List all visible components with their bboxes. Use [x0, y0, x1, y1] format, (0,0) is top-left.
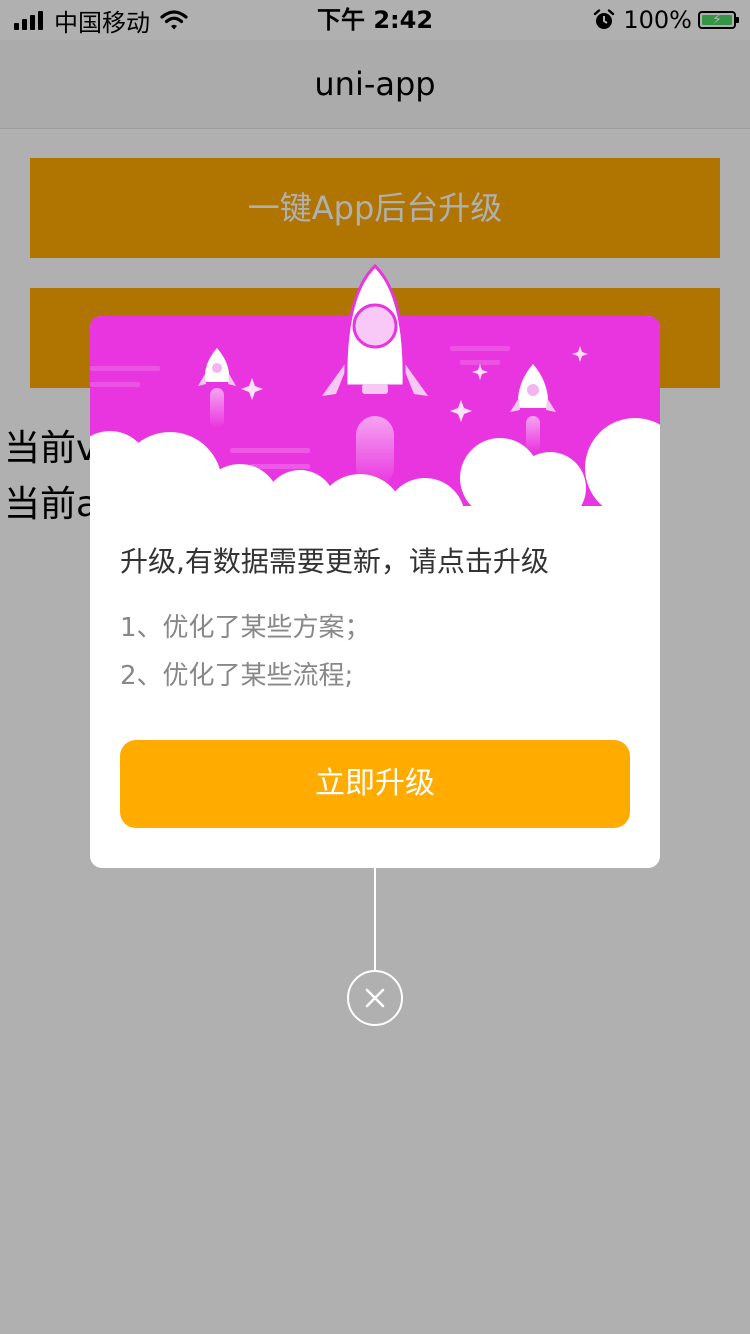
update-note: 1、优化了某些方案； — [120, 613, 371, 643]
popup-header-illustration — [90, 263, 660, 516]
upgrade-now-button[interactable]: 立即升级 — [120, 740, 630, 828]
popup-title: 升级,有数据需要更新，请点击升级 — [120, 545, 549, 578]
update-notes: 1、优化了某些方案； 2、优化了某些流程; — [120, 604, 371, 700]
close-icon — [365, 988, 385, 1008]
close-connector-line — [374, 868, 376, 970]
upgrade-popup: 升级,有数据需要更新，请点击升级 1、优化了某些方案； 2、优化了某些流程; 立… — [90, 263, 660, 868]
close-button[interactable] — [347, 970, 403, 1026]
update-note: 2、优化了某些流程; — [120, 661, 354, 691]
